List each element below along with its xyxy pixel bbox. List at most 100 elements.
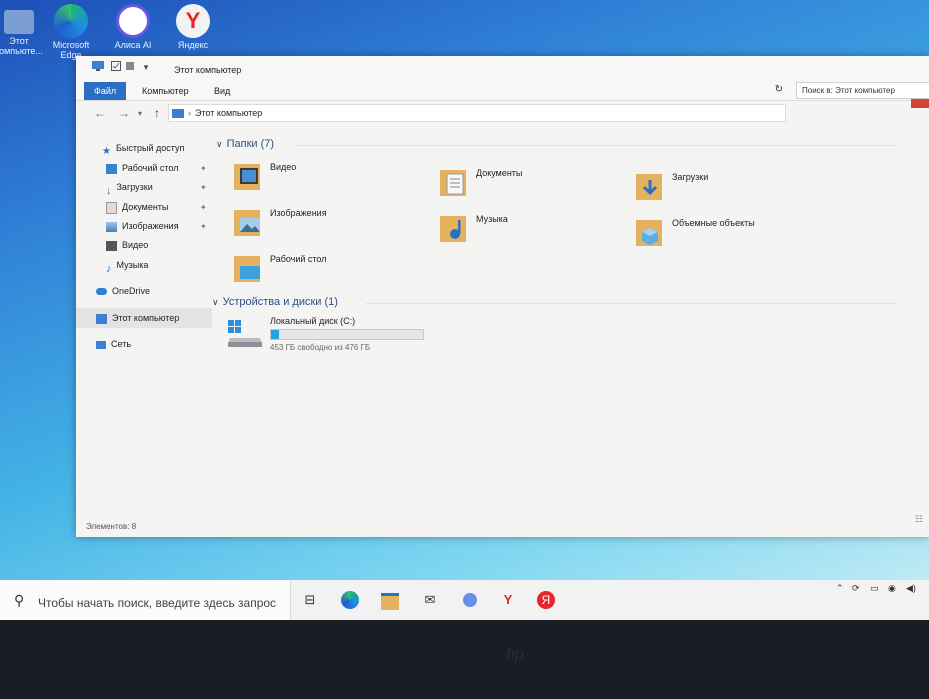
sidebar-item-pictures[interactable]: Изображения xyxy=(106,218,179,234)
folder-label: Рабочий стол xyxy=(270,254,327,264)
drive-usage-bar xyxy=(270,329,424,340)
desktop: Этот компьюте... Microsoft Edge Алиса AI… xyxy=(0,0,929,580)
alice-icon xyxy=(116,4,150,38)
downloads-folder-icon xyxy=(636,174,662,200)
windows-update-icon[interactable]: ⟳ xyxy=(852,583,860,594)
folder-3d-objects[interactable]: Объемные объекты xyxy=(634,216,824,256)
desktop-icon-this-pc[interactable]: Этот компьюте... xyxy=(0,2,48,56)
sidebar-item-quick-access[interactable]: ★ Быстрый доступ xyxy=(102,140,185,157)
folder-label: Музыка xyxy=(476,214,508,224)
download-icon: ↓ xyxy=(106,184,112,197)
folders-group-header[interactable]: ∨ Папки (7) xyxy=(216,138,274,150)
desktop-icon-alice[interactable]: Алиса AI xyxy=(104,2,162,50)
desktop-icon-yandex[interactable]: Y Яндекс xyxy=(164,2,222,50)
volume-icon[interactable]: ◀) xyxy=(906,583,916,594)
sidebar-item-label: Видео xyxy=(122,240,149,250)
desktop-icon-label: Алиса AI xyxy=(114,40,152,50)
video-folder-icon xyxy=(234,164,260,190)
pin-icon: ✦ xyxy=(200,164,207,173)
pin-icon: ✦ xyxy=(200,203,207,212)
taskbar-search[interactable]: ⚲ Чтобы начать поиск, введите здесь запр… xyxy=(0,580,291,620)
view-toggle-icon[interactable]: ☷ xyxy=(915,514,923,525)
task-view-icon[interactable]: ⊟ xyxy=(300,590,320,610)
taskbar: ⚲ Чтобы начать поиск, введите здесь запр… xyxy=(0,580,929,620)
group-title: Устройства и диски (1) xyxy=(222,296,338,308)
back-arrow-icon[interactable]: ← xyxy=(94,106,106,120)
sidebar-item-videos[interactable]: Видео xyxy=(106,237,148,253)
sidebar-item-downloads[interactable]: ↓ Загрузки xyxy=(106,179,153,197)
search-placeholder: Поиск в: Этот компьютер xyxy=(802,86,895,95)
folder-label: Видео xyxy=(270,162,297,172)
yandex-icon: Y xyxy=(176,4,210,38)
pin-icon: ✦ xyxy=(200,222,207,231)
music-folder-icon xyxy=(440,216,466,242)
chevron-down-icon[interactable]: ▾ xyxy=(138,109,142,118)
yandex-icon[interactable]: Я xyxy=(536,590,556,610)
up-arrow-icon[interactable]: ↑ xyxy=(154,106,160,120)
documents-folder-icon xyxy=(440,170,466,196)
divider xyxy=(296,145,896,146)
properties-icon[interactable] xyxy=(110,61,122,73)
title-bar: ▾ Этот компьютер xyxy=(76,56,929,82)
group-title: Папки (7) xyxy=(226,138,275,150)
sidebar-item-label: OneDrive xyxy=(112,286,151,296)
3d-objects-folder-icon xyxy=(636,220,662,246)
star-icon: ★ xyxy=(102,145,111,157)
forward-arrow-icon[interactable]: → xyxy=(118,106,130,120)
folder-music[interactable]: Музыка xyxy=(438,212,628,252)
file-explorer-icon[interactable] xyxy=(380,590,400,610)
alice-icon[interactable] xyxy=(460,590,480,610)
new-folder-icon[interactable] xyxy=(124,61,136,73)
sidebar-item-label: Рабочий стол xyxy=(122,163,179,173)
laptop-bezel: hp xyxy=(0,620,929,699)
sidebar-item-onedrive[interactable]: OneDrive xyxy=(96,283,150,299)
address-bar[interactable]: › Этот компьютер xyxy=(168,104,786,122)
refresh-icon[interactable]: ↻ xyxy=(772,82,786,97)
sidebar-item-label: Документы xyxy=(122,202,169,212)
folder-downloads[interactable]: Загрузки xyxy=(634,170,824,210)
pictures-icon xyxy=(106,221,117,232)
sidebar-item-label: Этот компьютер xyxy=(112,313,180,323)
sidebar-item-label: Быстрый доступ xyxy=(115,143,185,153)
folder-label: Изображения xyxy=(270,208,327,218)
pc-icon xyxy=(172,109,184,119)
desktop-icon-edge[interactable]: Microsoft Edge xyxy=(42,2,100,60)
tab-file[interactable]: Файл xyxy=(84,82,127,100)
search-icon: ⚲ xyxy=(14,592,25,608)
tab-computer[interactable]: Компьютер xyxy=(132,82,199,100)
chevron-up-icon[interactable]: ⌃ xyxy=(836,583,844,594)
network-icon[interactable]: ◉ xyxy=(888,583,896,594)
search-input[interactable]: Поиск в: Этот компьютер xyxy=(796,82,929,99)
folder-videos[interactable]: Видео xyxy=(232,160,422,200)
sidebar-item-documents[interactable]: Документы xyxy=(106,199,168,215)
folder-documents[interactable]: Документы xyxy=(438,166,628,206)
sidebar-item-network[interactable]: Сеть xyxy=(96,336,131,352)
pin-icon: ✦ xyxy=(200,183,207,192)
sidebar-item-music[interactable]: ♪ Музыка xyxy=(106,257,149,275)
content-pane: ∨ Папки (7) Видео Документы Загрузки Изоб… xyxy=(212,136,929,516)
breadcrumb: Этот компьютер xyxy=(195,108,263,118)
mail-icon[interactable]: ✉ xyxy=(420,590,440,610)
devices-group-header[interactable]: ∨ Устройства и диски (1) xyxy=(212,296,338,308)
pc-icon xyxy=(96,313,107,324)
sidebar-item-desktop[interactable]: Рабочий стол xyxy=(106,160,179,176)
battery-icon[interactable]: ▭ xyxy=(870,583,879,594)
chevron-down-icon: ∨ xyxy=(212,297,219,307)
drive-c[interactable]: Локальный диск (C:) 453 ГБ свободно из 4… xyxy=(226,316,466,356)
folder-desktop[interactable]: Рабочий стол xyxy=(232,252,422,292)
sidebar-item-label: Музыка xyxy=(116,260,149,270)
yandex-browser-icon[interactable]: Y xyxy=(498,590,518,610)
tab-view[interactable]: Вид xyxy=(204,82,240,100)
folder-pictures[interactable]: Изображения xyxy=(232,206,422,246)
chevron-down-icon: ∨ xyxy=(216,139,223,149)
edge-icon[interactable] xyxy=(340,590,360,610)
sidebar-item-this-pc[interactable]: Этот компьютер xyxy=(96,310,179,326)
document-icon xyxy=(106,201,117,214)
sidebar-item-label: Загрузки xyxy=(116,182,153,192)
cloud-icon xyxy=(96,288,107,296)
folder-label: Документы xyxy=(476,168,523,178)
chevron-down-icon[interactable]: ▾ xyxy=(140,61,152,73)
desktop-icon xyxy=(106,163,117,174)
folder-label: Загрузки xyxy=(672,172,709,182)
taskbar-search-placeholder: Чтобы начать поиск, введите здесь запрос xyxy=(38,596,277,610)
